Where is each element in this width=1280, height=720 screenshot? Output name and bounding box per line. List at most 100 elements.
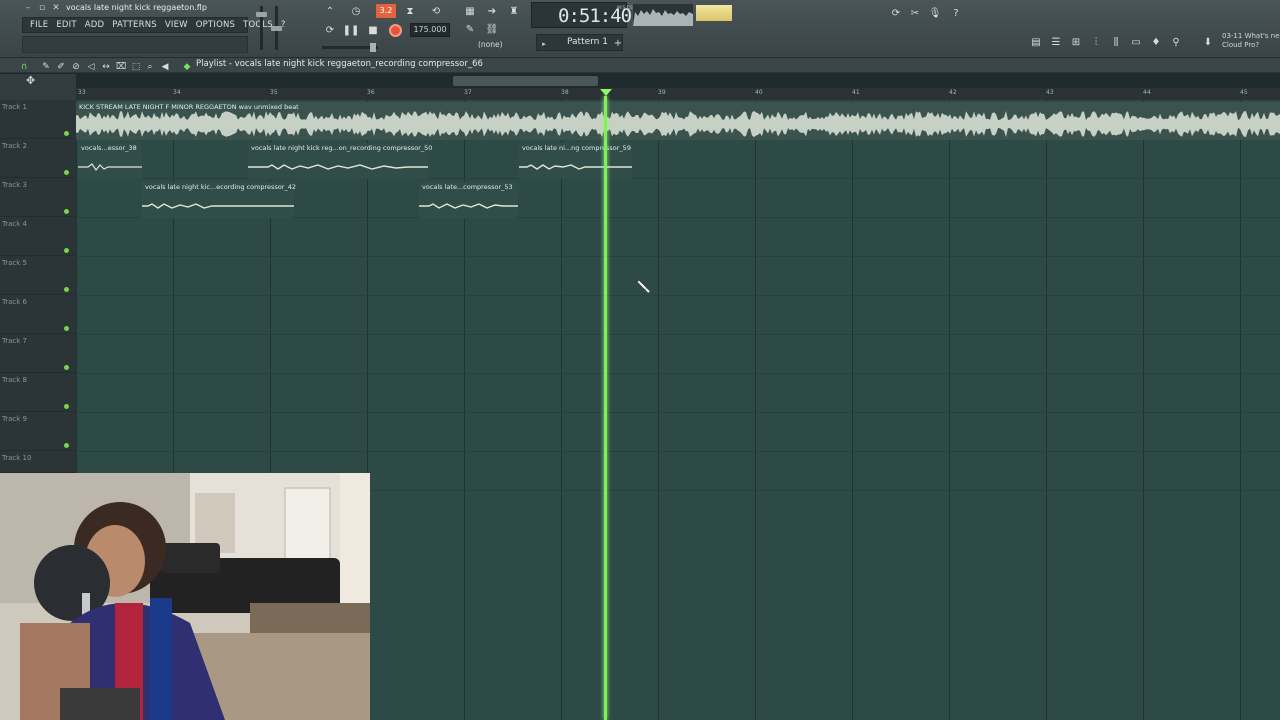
browser-icon[interactable]: ▭: [1126, 34, 1146, 51]
bar-number: 41: [852, 89, 860, 96]
menu-add[interactable]: ADD: [82, 20, 108, 30]
track-header[interactable]: Track 3: [0, 178, 76, 217]
track-name: Track 4: [2, 220, 27, 228]
track-mute-led[interactable]: [64, 248, 69, 253]
time-display[interactable]: 0:51:40: [531, 2, 632, 28]
help-icon[interactable]: ?: [946, 5, 966, 22]
track-name: Track 1: [2, 103, 27, 111]
bar-number: 34: [173, 89, 181, 96]
piano-roll-window-icon[interactable]: ⊞: [1066, 34, 1086, 51]
track-mute-led[interactable]: [64, 443, 69, 448]
track-header[interactable]: Track 9: [0, 412, 76, 451]
piano-roll-icon[interactable]: ▦: [460, 3, 480, 20]
track-mute-led[interactable]: [64, 131, 69, 136]
menu-edit[interactable]: EDIT: [53, 20, 79, 30]
playback-tool-icon[interactable]: ◀: [155, 58, 175, 75]
add-pattern-icon[interactable]: +: [608, 35, 628, 52]
master-pitch-slider[interactable]: [271, 6, 282, 50]
bar-number: 44: [1143, 89, 1151, 96]
news-panel[interactable]: 03-11 What's ne Cloud Pro?: [1222, 32, 1280, 50]
playlist-arrow-icon[interactable]: ◆: [177, 58, 197, 75]
playlist-window-icon[interactable]: ▤: [1026, 34, 1046, 51]
webcam-overlay: [0, 473, 370, 720]
magnet-icon[interactable]: ∩: [14, 58, 34, 75]
playhead[interactable]: [604, 96, 607, 720]
playlist-title: Playlist - vocals late night kick reggae…: [196, 59, 483, 69]
record-button[interactable]: [389, 24, 402, 37]
snap-selector[interactable]: (none): [478, 40, 503, 49]
track-name: Track 6: [2, 298, 27, 306]
pattern-label: Pattern 1: [567, 37, 608, 47]
bar-number: 36: [367, 89, 375, 96]
metronome-icon[interactable]: ⌃: [320, 3, 340, 20]
audio-clip-53[interactable]: vocals late...compressor_53: [419, 182, 518, 218]
mixer-shortcut-icon[interactable]: ♜: [504, 3, 524, 20]
audio-clip-50[interactable]: vocals late night kick reg...on_recordin…: [248, 143, 432, 179]
tempo-display[interactable]: 175.000: [410, 23, 450, 37]
track-name: Track 7: [2, 337, 27, 345]
track-mute-led[interactable]: [64, 209, 69, 214]
plugin-picker-icon[interactable]: ⚲: [1166, 34, 1186, 51]
audio-clip-38[interactable]: vocals...essor_38: [78, 143, 142, 179]
track-header[interactable]: Track 7: [0, 334, 76, 373]
news-line-1: 03-11 What's ne: [1222, 32, 1280, 40]
download-icon[interactable]: ⬇: [1198, 34, 1218, 51]
microphone-icon[interactable]: 🎙: [925, 5, 945, 22]
menu-view[interactable]: VIEW: [162, 20, 191, 30]
main-pitch-bar[interactable]: [322, 43, 378, 52]
restore-icon[interactable]: ▫: [36, 3, 48, 14]
tools-icon[interactable]: ✂: [905, 5, 925, 22]
draw-tool-icon[interactable]: ✎: [460, 21, 480, 38]
track-mute-led[interactable]: [64, 365, 69, 370]
countdown-icon[interactable]: ⧗: [400, 3, 420, 20]
track-mute-led[interactable]: [64, 326, 69, 331]
track-header[interactable]: Track 6: [0, 295, 76, 334]
menu-patterns[interactable]: PATTERNS: [109, 20, 160, 30]
close-icon[interactable]: ✕: [50, 3, 62, 14]
wait-input-icon[interactable]: ◷: [346, 3, 366, 20]
track-header[interactable]: Track 1: [0, 100, 76, 139]
track-mute-led[interactable]: [64, 404, 69, 409]
menu-options[interactable]: OPTIONS: [193, 20, 238, 30]
mixer-faders-icon[interactable]: ⫼: [1106, 34, 1126, 51]
step-forward-icon[interactable]: ➔: [482, 3, 502, 20]
audio-clip-42[interactable]: vocals late night kic...ecording compres…: [142, 182, 297, 218]
horizontal-scrollbar[interactable]: [453, 76, 598, 86]
clip-label: vocals...essor_38: [81, 144, 137, 152]
bar-number: 45: [1240, 89, 1248, 96]
timeline-ruler[interactable]: [76, 88, 1280, 100]
time-unit-label: M:S:CS: [617, 6, 633, 11]
track-header[interactable]: Track 8: [0, 373, 76, 412]
track-mute-led[interactable]: [64, 170, 69, 175]
move-icon[interactable]: ✥: [26, 74, 35, 87]
audio-clip-59[interactable]: vocals late ni...ng compressor_59: [519, 143, 632, 179]
pattern-prev-icon[interactable]: ▸: [534, 35, 554, 52]
bar-number: 35: [270, 89, 278, 96]
bar-number: 33: [78, 89, 86, 96]
step-edit-toggle[interactable]: 3.2: [376, 4, 396, 18]
track-header[interactable]: Track 5: [0, 256, 76, 295]
clip-label: vocals late...compressor_53: [422, 183, 513, 191]
refresh-icon[interactable]: ⟳: [886, 5, 906, 22]
track-mute-led[interactable]: [64, 287, 69, 292]
stop-button[interactable]: ■: [363, 22, 383, 39]
track-header[interactable]: Track 4: [0, 217, 76, 256]
track-header[interactable]: Track 2: [0, 139, 76, 178]
menu-file[interactable]: FILE: [27, 20, 51, 30]
paint-cursor-icon: [637, 279, 650, 293]
playhead-marker[interactable]: [600, 89, 612, 96]
playlist-left-controls: ✥: [0, 74, 76, 100]
track-name: Track 10: [2, 454, 32, 462]
mixer-window-icon[interactable]: ⫶: [1086, 34, 1106, 51]
master-volume-slider[interactable]: [256, 6, 267, 50]
loop-record-icon[interactable]: ⟲: [426, 3, 446, 20]
plugin-database-icon[interactable]: ♦: [1146, 34, 1166, 51]
news-line-2: Cloud Pro?: [1222, 41, 1260, 49]
clip-label: vocals late night kic...ecording compres…: [145, 183, 297, 191]
minimize-icon[interactable]: –: [22, 3, 34, 14]
audio-clip-beat[interactable]: KICK STREAM LATE NIGHT F MINOR REGGAETON…: [76, 102, 1280, 140]
song-mode-icon[interactable]: ⟳: [320, 22, 340, 39]
link-icon[interactable]: ⛓: [482, 21, 502, 38]
channel-rack-icon[interactable]: ☰: [1046, 34, 1066, 51]
pause-button[interactable]: ❚❚: [341, 22, 361, 39]
